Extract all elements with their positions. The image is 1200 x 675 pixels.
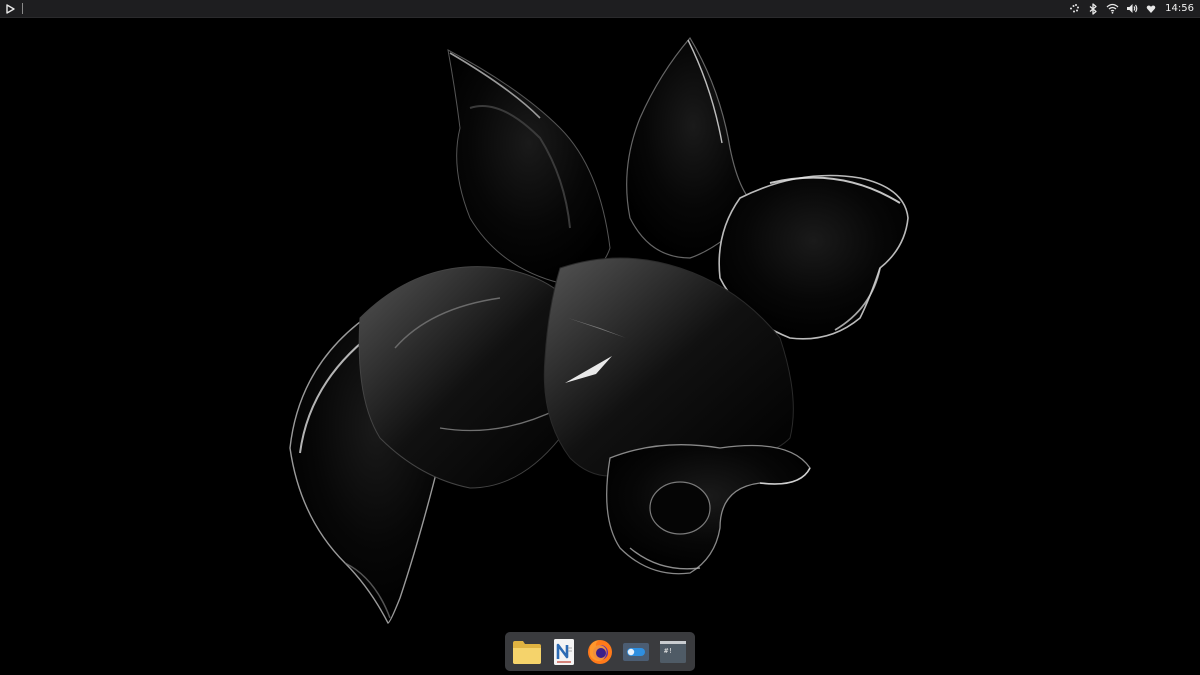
- user-heart-icon[interactable]: [1144, 2, 1157, 15]
- text-editor-icon: [553, 638, 574, 665]
- terminal-icon: #!: [659, 640, 686, 663]
- dock-item-file-manager[interactable]: [511, 636, 543, 668]
- terminal-prompt: #!: [664, 647, 672, 655]
- dock: #!: [505, 632, 695, 671]
- wifi-icon[interactable]: [1106, 2, 1119, 15]
- dock-item-settings-toggle[interactable]: [620, 636, 652, 668]
- dock-item-terminal[interactable]: #!: [657, 636, 689, 668]
- volume-icon[interactable]: [1125, 2, 1138, 15]
- dock-item-firefox[interactable]: [584, 636, 616, 668]
- bluetooth-icon[interactable]: [1087, 2, 1100, 15]
- dock-item-text-editor[interactable]: [548, 636, 580, 668]
- network-dots-icon[interactable]: [1068, 2, 1081, 15]
- clock[interactable]: 14:56: [1165, 3, 1194, 14]
- applications-menu-button[interactable]: [4, 2, 16, 16]
- file-manager-icon: [513, 640, 542, 664]
- play-triangle-icon: [5, 3, 15, 14]
- settings-toggle-icon: [623, 642, 650, 661]
- wallpaper-abstract-shape: [289, 36, 909, 624]
- desktop: 14:56 #!: [0, 0, 1200, 675]
- panel-separator: [22, 3, 23, 14]
- top-panel: 14:56: [0, 0, 1200, 18]
- panel-left: [4, 0, 23, 17]
- system-tray: 14:56: [1068, 0, 1194, 17]
- firefox-icon: [587, 639, 612, 664]
